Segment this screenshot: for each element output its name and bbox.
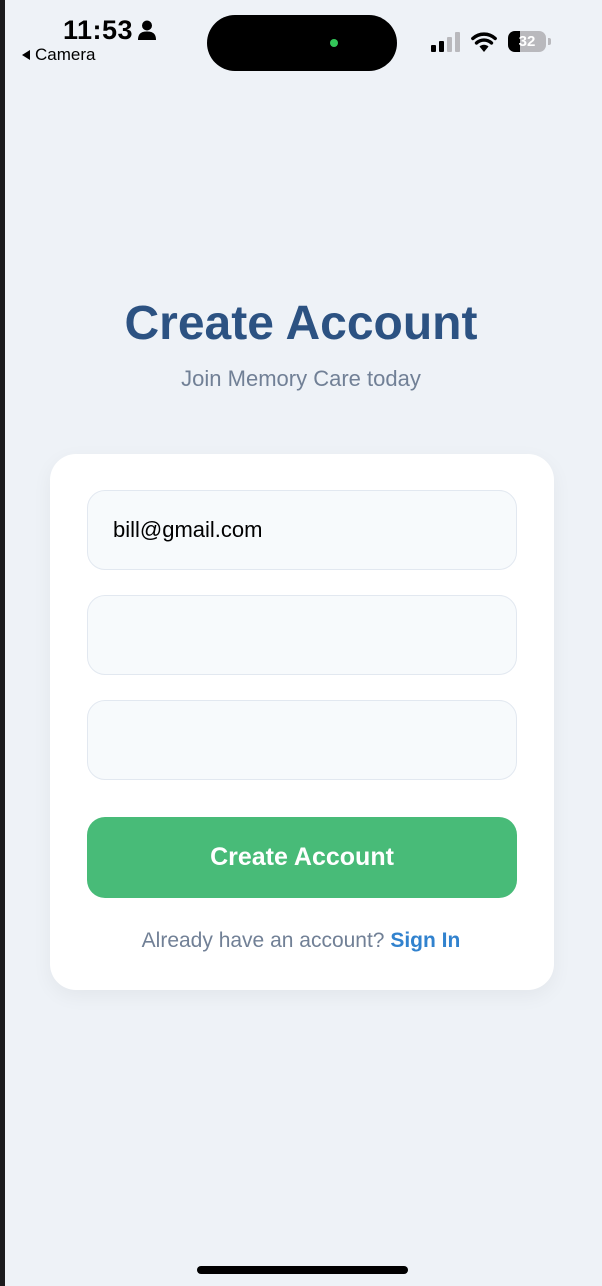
status-time: 11:53 (63, 15, 134, 45)
battery-cap (548, 38, 551, 45)
page-title: Create Account (124, 297, 478, 350)
signin-prompt-row: Already have an account? Sign In (0, 929, 602, 953)
home-indicator[interactable] (197, 1266, 408, 1274)
email-field[interactable] (87, 490, 517, 570)
wifi-icon (471, 32, 497, 52)
create-account-button[interactable]: Create Account (87, 817, 517, 898)
signal-icon (431, 32, 460, 52)
page-subtitle: Join Memory Care today (181, 366, 421, 391)
signin-link[interactable]: Sign In (390, 929, 460, 952)
battery-icon: 32 (508, 31, 546, 52)
dynamic-island (207, 15, 397, 71)
camera-in-use-indicator (330, 39, 338, 47)
back-to-camera-button[interactable]: Camera (22, 45, 95, 65)
battery-level: 32 (518, 33, 536, 50)
confirm-password-field[interactable] (87, 700, 517, 780)
back-arrow-icon (22, 50, 30, 60)
password-field[interactable] (87, 595, 517, 675)
person-icon (138, 20, 156, 40)
back-to-camera-label: Camera (35, 45, 96, 64)
signin-prompt-text: Already have an account? (141, 929, 385, 952)
